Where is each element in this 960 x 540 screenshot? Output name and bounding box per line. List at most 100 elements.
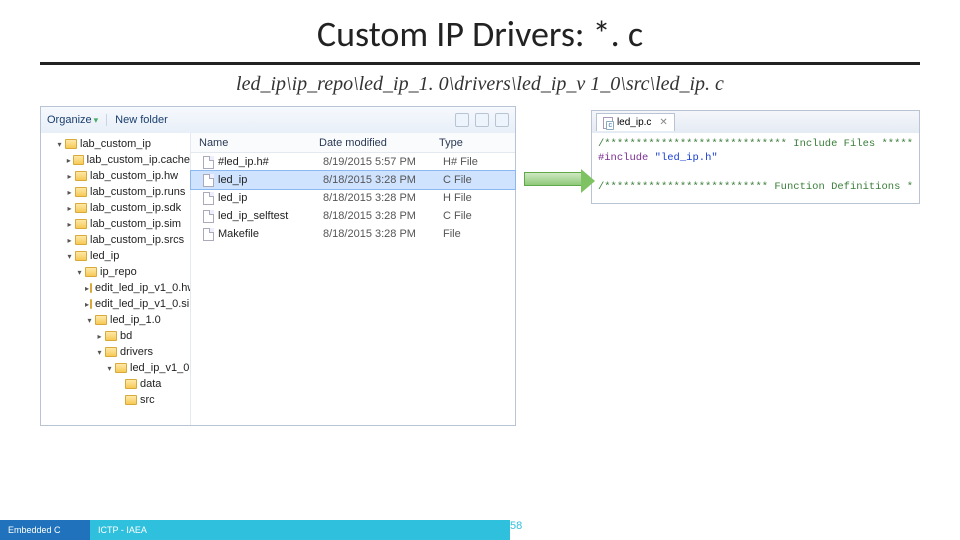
col-date-header[interactable]: Date modified: [311, 137, 431, 149]
folder-icon: [75, 187, 87, 197]
tree-item[interactable]: ▸ lab_custom_ip.sdk: [41, 200, 190, 216]
file-type: C File: [435, 210, 515, 222]
file-row[interactable]: led_ip8/18/2015 3:28 PMC File: [191, 171, 515, 189]
slide-footer: Embedded C ICTP - IAEA 58: [0, 520, 960, 540]
expand-icon[interactable]: ▸: [65, 156, 72, 165]
preview-pane-button[interactable]: [475, 113, 489, 127]
col-name-header[interactable]: Name: [191, 137, 311, 149]
folder-icon: [75, 171, 87, 181]
tree-item-label: lab_custom_ip.runs: [90, 186, 185, 198]
explorer-toolbar: Organize▾ New folder: [41, 107, 515, 133]
code-string: "led_ip.h": [655, 152, 718, 164]
expand-icon[interactable]: ▸: [85, 300, 89, 309]
expand-icon[interactable]: ▸: [65, 236, 74, 245]
file-date: 8/18/2015 3:28 PM: [315, 210, 435, 222]
tree-item[interactable]: ▸edit_led_ip_v1_0.hw: [41, 280, 190, 296]
file-row[interactable]: Makefile8/18/2015 3:28 PMFile: [191, 225, 515, 243]
page-number: 58: [510, 520, 960, 532]
tree-item-label: lab_custom_ip.sim: [90, 218, 181, 230]
help-button[interactable]: [495, 113, 509, 127]
file-icon: [203, 228, 214, 241]
expand-icon[interactable]: ▸: [65, 204, 74, 213]
tree-item[interactable]: data: [41, 376, 190, 392]
code-editor-window: led_ip.c ✕ /****************************…: [591, 110, 920, 204]
expand-icon[interactable]: ▸: [65, 188, 74, 197]
chevron-down-icon: ▾: [94, 115, 99, 125]
tree-item[interactable]: ▸lab_custom_ip.srcs: [41, 232, 190, 248]
expand-icon[interactable]: ▾: [75, 268, 84, 277]
tree-item[interactable]: ▾ lab_custom_ip: [41, 136, 190, 152]
tree-item[interactable]: ▾led_ip_v1_0: [41, 360, 190, 376]
folder-icon: [105, 347, 117, 357]
file-row[interactable]: led_ip_selftest 8/18/2015 3:28 PMC File: [191, 207, 515, 225]
organize-menu[interactable]: Organize▾: [47, 114, 98, 126]
file-name: #led_ip.h#: [218, 156, 269, 168]
tree-item-label: lab_custom_ip: [80, 138, 151, 150]
expand-icon[interactable]: ▾: [85, 316, 94, 325]
file-icon: [203, 210, 214, 223]
editor-tab-bar: led_ip.c ✕: [592, 111, 919, 133]
file-name: led_ip: [218, 192, 247, 204]
expand-icon[interactable]: ▾: [65, 252, 74, 261]
folder-icon: [125, 395, 137, 405]
tree-item[interactable]: ▸ lab_custom_ip.cache: [41, 152, 190, 168]
expand-icon[interactable]: ▾: [95, 348, 104, 357]
folder-icon: [73, 155, 83, 165]
slide-title: Custom IP Drivers: *. c: [0, 0, 960, 60]
tree-item-label: ip_repo: [100, 266, 137, 278]
expand-icon[interactable]: [115, 380, 124, 389]
tree-item[interactable]: ▾ drivers: [41, 344, 190, 360]
expand-icon[interactable]: ▾: [105, 364, 114, 373]
expand-icon[interactable]: ▸: [65, 172, 74, 181]
tree-item[interactable]: ▸ lab_custom_ip.sim: [41, 216, 190, 232]
tree-item[interactable]: ▾led_ip: [41, 248, 190, 264]
code-comment: /***************************** Include F…: [598, 138, 913, 150]
folder-icon: [75, 203, 87, 213]
tree-item-label: src: [140, 394, 155, 406]
file-date: 8/19/2015 5:57 PM: [315, 156, 435, 168]
editor-body[interactable]: /***************************** Include F…: [592, 133, 919, 203]
expand-icon[interactable]: ▸: [95, 332, 104, 341]
expand-icon[interactable]: ▸: [85, 284, 89, 293]
tree-item[interactable]: ▸edit_led_ip_v1_0.sim: [41, 296, 190, 312]
tree-item-label: lab_custom_ip.hw: [90, 170, 178, 182]
folder-tree[interactable]: ▾lab_custom_ip▸lab_custom_ip.cache▸lab_c…: [41, 133, 191, 425]
expand-icon[interactable]: ▸: [65, 220, 74, 229]
file-name: led_ip: [218, 174, 247, 186]
code-keyword: #include: [598, 152, 655, 164]
file-list-pane: Name Date modified Type #led_ip.h# 8/19/2…: [191, 133, 515, 425]
new-folder-button[interactable]: New folder: [115, 114, 168, 126]
expand-icon[interactable]: ▾: [55, 140, 64, 149]
folder-icon: [75, 251, 87, 261]
file-date: 8/18/2015 3:28 PM: [315, 228, 435, 240]
tree-item[interactable]: ▸ lab_custom_ip.runs: [41, 184, 190, 200]
tree-item[interactable]: ▸ lab_custom_ip.hw: [41, 168, 190, 184]
c-file-icon: [603, 117, 613, 129]
tree-item-label: lab_custom_ip.sdk: [90, 202, 181, 214]
column-header-row: Name Date modified Type: [191, 133, 515, 153]
organize-label: Organize: [47, 114, 92, 126]
file-row[interactable]: led_ip8/18/2015 3:28 PMH File: [191, 189, 515, 207]
title-underline: [40, 62, 920, 65]
tree-item-label: drivers: [120, 346, 153, 358]
file-date: 8/18/2015 3:28 PM: [315, 192, 435, 204]
toolbar-separator: [106, 114, 107, 126]
file-name: led_ip_selftest: [218, 210, 288, 222]
folder-icon: [125, 379, 137, 389]
tree-item[interactable]: src: [41, 392, 190, 408]
tree-item[interactable]: ▾led_ip_1.0: [41, 312, 190, 328]
file-type: C File: [435, 174, 515, 186]
tree-item-label: bd: [120, 330, 132, 342]
expand-icon[interactable]: [115, 396, 124, 405]
tree-item[interactable]: ▸ bd: [41, 328, 190, 344]
close-icon[interactable]: ✕: [659, 117, 667, 128]
tree-item-label: lab_custom_ip.cache: [87, 154, 190, 166]
file-row[interactable]: #led_ip.h#8/19/2015 5:57 PMH# File: [191, 153, 515, 171]
editor-tab[interactable]: led_ip.c ✕: [596, 113, 675, 131]
folder-icon: [90, 283, 92, 293]
tree-item[interactable]: ▾ ip_repo: [41, 264, 190, 280]
col-type-header[interactable]: Type: [431, 137, 515, 149]
code-comment: /************************** Function Def…: [598, 181, 913, 193]
view-mode-button[interactable]: [455, 113, 469, 127]
folder-icon: [90, 299, 92, 309]
